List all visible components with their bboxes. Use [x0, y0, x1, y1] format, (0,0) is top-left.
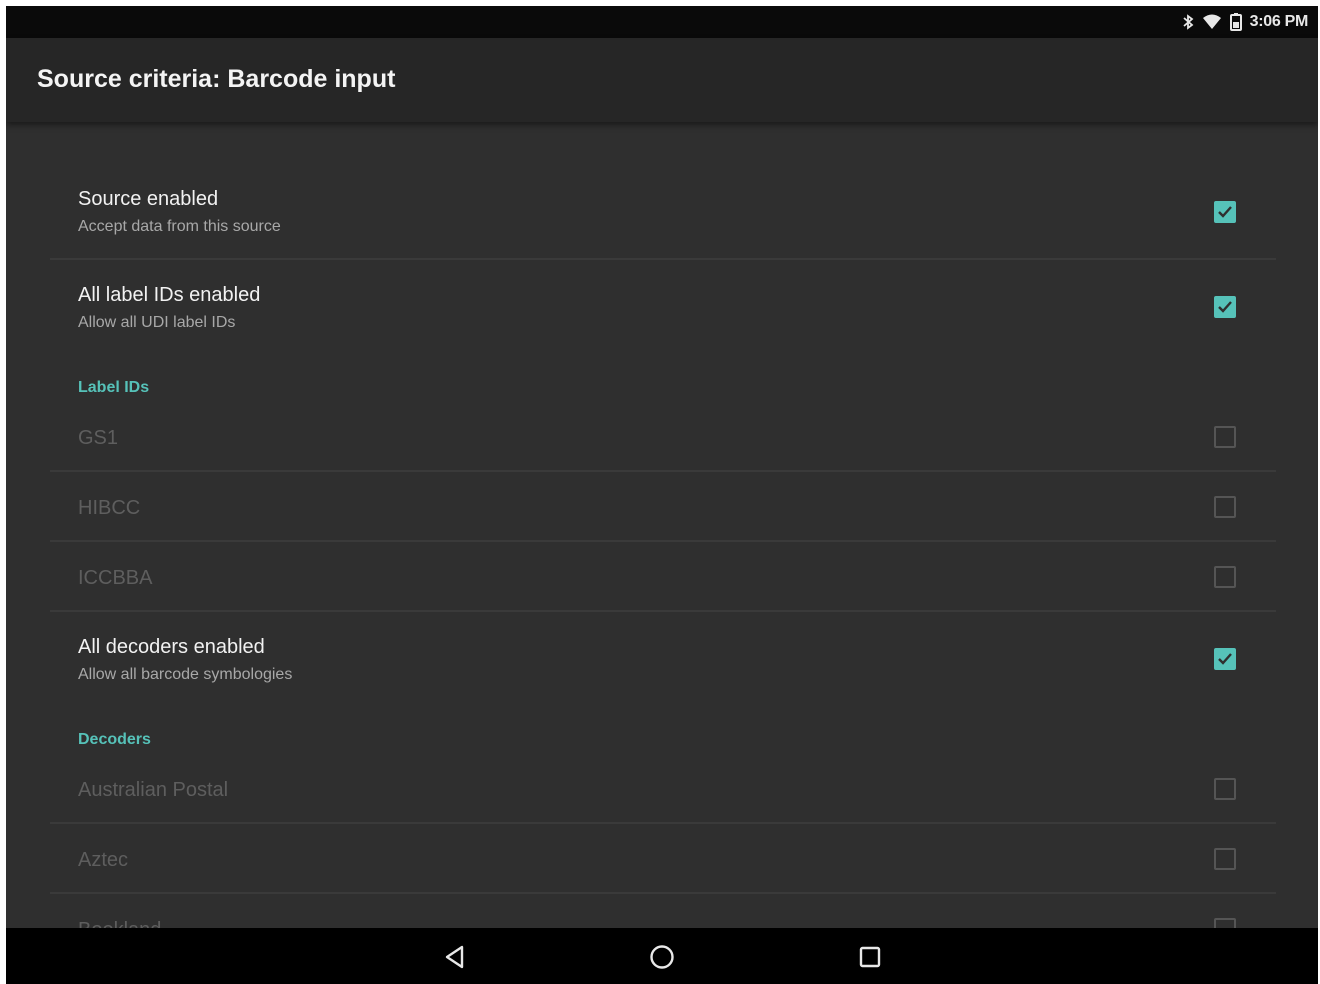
preference-title: Bookland	[78, 919, 161, 928]
preferences-list[interactable]: Source enabled Accept data from this sou…	[6, 122, 1318, 928]
preference-gs1[interactable]: GS1	[50, 402, 1276, 472]
check-icon	[1218, 301, 1232, 313]
back-icon[interactable]	[440, 942, 470, 972]
battery-icon	[1229, 13, 1242, 31]
page-title: Source criteria: Barcode input	[37, 65, 396, 93]
status-bar: 3:06 PM	[6, 6, 1318, 38]
preference-title: Source enabled	[78, 188, 219, 210]
checkbox-all-decoders[interactable]	[1214, 648, 1236, 670]
check-icon	[1218, 206, 1232, 218]
preference-title: All label IDs enabled	[78, 284, 261, 306]
preference-title: GS1	[78, 427, 119, 449]
preference-iccbba[interactable]: ICCBBA	[50, 542, 1276, 612]
preference-summary: Allow all UDI label IDs	[78, 314, 236, 331]
preference-title: ICCBBA	[78, 567, 153, 589]
app-bar: Source criteria: Barcode input	[6, 38, 1318, 122]
preference-source-enabled[interactable]: Source enabled Accept data from this sou…	[50, 150, 1276, 260]
preference-title: HIBCC	[78, 497, 141, 519]
recents-icon[interactable]	[855, 942, 885, 972]
preference-hibcc[interactable]: HIBCC	[50, 472, 1276, 542]
device-screen: 3:06 PM Source criteria: Barcode input S…	[6, 6, 1318, 984]
category-decoders: Decoders	[78, 731, 151, 748]
preference-all-decoders[interactable]: All decoders enabled Allow all barcode s…	[50, 612, 1276, 706]
bluetooth-icon	[1182, 14, 1194, 30]
checkbox-gs1[interactable]	[1214, 426, 1236, 448]
preference-australian-postal[interactable]: Australian Postal	[50, 754, 1276, 824]
preference-title: Australian Postal	[78, 779, 229, 801]
checkbox-australian-postal[interactable]	[1214, 778, 1236, 800]
preference-bookland[interactable]: Bookland	[50, 894, 1276, 928]
preference-aztec[interactable]: Aztec	[50, 824, 1276, 894]
checkbox-all-label-ids[interactable]	[1214, 296, 1236, 318]
preference-title: All decoders enabled	[78, 636, 265, 658]
status-time: 3:06 PM	[1249, 13, 1309, 30]
preference-summary: Accept data from this source	[78, 218, 281, 235]
checkbox-bookland[interactable]	[1214, 918, 1236, 928]
preference-title: Aztec	[78, 849, 129, 871]
preference-all-label-ids[interactable]: All label IDs enabled Allow all UDI labe…	[50, 260, 1276, 354]
check-icon	[1218, 653, 1232, 665]
home-icon[interactable]	[647, 942, 677, 972]
category-label-ids: Label IDs	[78, 379, 150, 396]
checkbox-source-enabled[interactable]	[1214, 201, 1236, 223]
navigation-bar	[6, 928, 1318, 984]
wifi-icon	[1202, 14, 1222, 30]
preference-summary: Allow all barcode symbologies	[78, 666, 293, 683]
checkbox-hibcc[interactable]	[1214, 496, 1236, 518]
checkbox-iccbba[interactable]	[1214, 566, 1236, 588]
checkbox-aztec[interactable]	[1214, 848, 1236, 870]
